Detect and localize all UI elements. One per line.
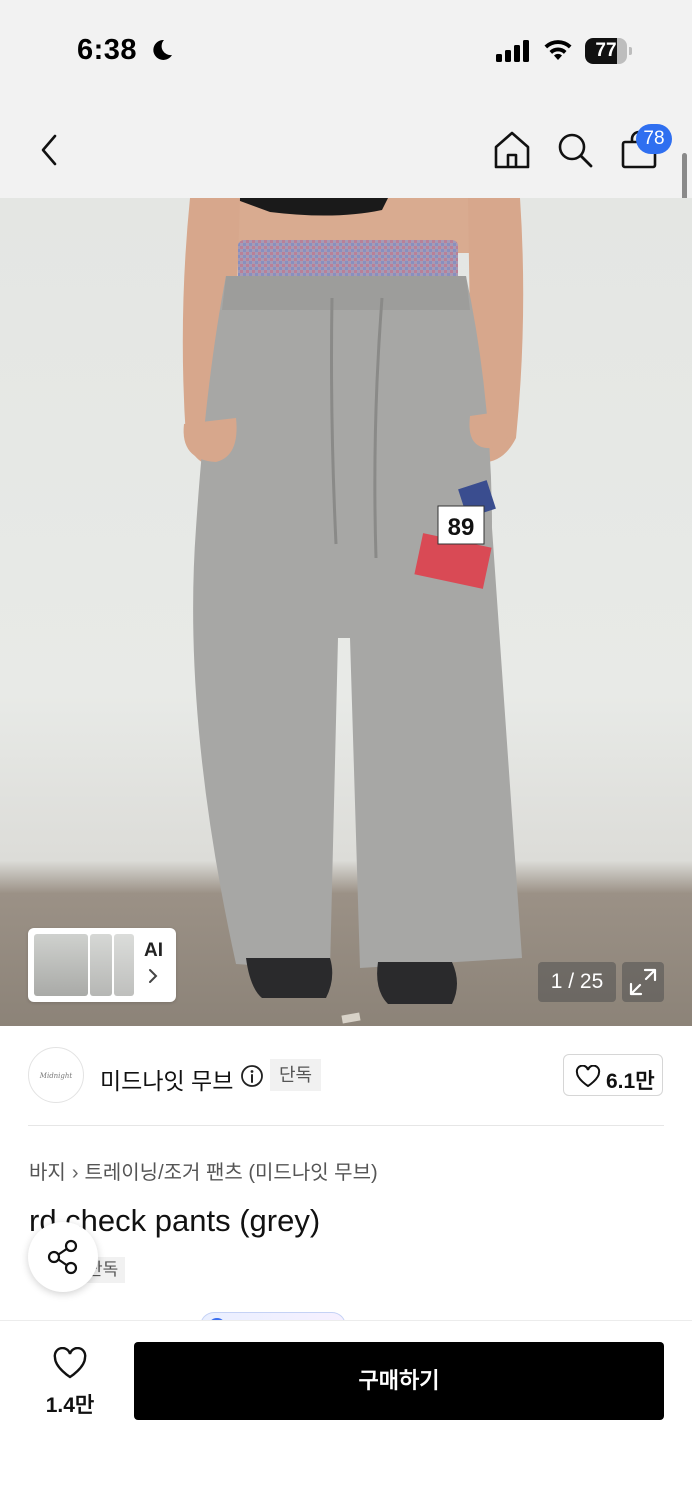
- heart-icon: [575, 1065, 601, 1088]
- search-icon[interactable]: [556, 130, 594, 170]
- breadcrumb-category[interactable]: 바지: [29, 1162, 66, 1184]
- wishlist-count: 1.4만: [45, 1394, 95, 1417]
- thumbnail-image: [34, 934, 88, 996]
- ai-label: AI: [144, 940, 163, 961]
- cart-count-badge: 78: [636, 124, 672, 154]
- wifi-icon: [544, 40, 572, 60]
- patch-number: 89: [448, 514, 475, 541]
- buy-button[interactable]: 구매하기: [134, 1342, 664, 1420]
- status-bar: 6:38 77: [0, 0, 692, 100]
- product-image-gallery[interactable]: 89 AI 1 / 25: [0, 198, 692, 1026]
- exclusive-badge: 단독: [270, 1059, 322, 1091]
- ai-similar-thumbnails[interactable]: AI: [28, 928, 176, 1002]
- purchase-bar: 1.4만 구매하기: [0, 1320, 692, 1500]
- breadcrumb: 바지 › 트레이닝/조거 팬츠 (미드나잇 무브): [29, 1156, 378, 1185]
- moon-icon: [153, 39, 172, 60]
- info-icon[interactable]: [240, 1064, 264, 1088]
- brand-name[interactable]: 미드나잇 무브: [100, 1062, 233, 1096]
- expand-icon: [629, 968, 657, 996]
- breadcrumb-subcategory[interactable]: 트레이닝/조거 팬츠 (미드나잇 무브): [84, 1162, 377, 1184]
- top-navigation: [0, 100, 692, 198]
- heart-icon[interactable]: [52, 1347, 88, 1381]
- divider: [28, 1125, 664, 1126]
- status-time: 6:38: [77, 34, 138, 66]
- cellular-signal-icon: [496, 40, 529, 62]
- brand-like-count: 6.1만: [606, 1070, 655, 1093]
- chevron-right-icon: [149, 969, 158, 983]
- thumbnail-image: [90, 934, 112, 996]
- chevron-right-icon: ›: [71, 1162, 79, 1184]
- share-icon: [47, 1239, 78, 1275]
- back-arrow-icon[interactable]: [36, 133, 66, 167]
- product-photo: 89: [182, 198, 524, 1024]
- brand-like-button[interactable]: 6.1만: [563, 1054, 663, 1096]
- share-button[interactable]: [28, 1222, 98, 1292]
- image-counter: 1 / 25: [538, 962, 616, 1002]
- thumbnail-image: [114, 934, 134, 996]
- home-icon[interactable]: [493, 130, 531, 170]
- battery-percent: 77: [595, 40, 617, 61]
- brand-row[interactable]: Midnight Move 미드나잇 무브 단독 6.1만: [0, 1026, 692, 1126]
- fullscreen-button[interactable]: [622, 962, 664, 1002]
- battery-indicator: 77: [585, 38, 632, 64]
- brand-logo[interactable]: Midnight Move: [28, 1047, 84, 1103]
